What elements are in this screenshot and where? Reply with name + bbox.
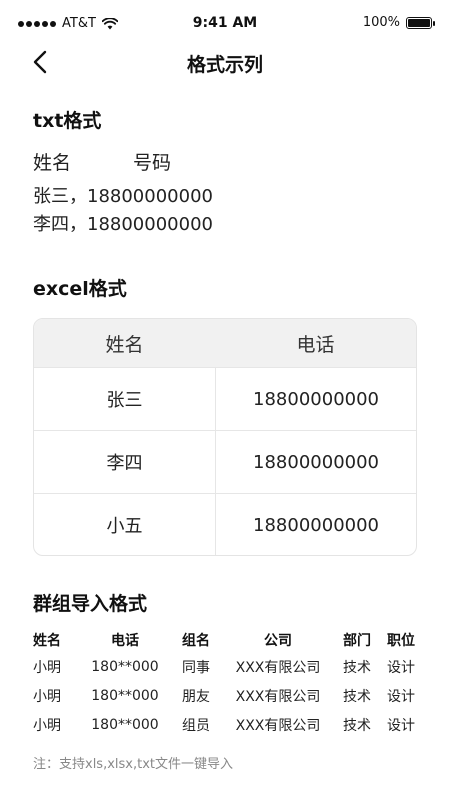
group-table: 姓名 电话 组名 公司 部门 职位 小明 180**000 同事 XXX有限公司…: [33, 628, 423, 739]
nav-bar: 格式示列: [0, 40, 450, 84]
group-cell-group: 同事: [182, 659, 210, 676]
excel-cell-name: 李四: [106, 453, 143, 474]
battery-icon: [406, 16, 435, 29]
excel-header-row: 姓名 电话: [34, 319, 416, 367]
group-cell-position: 设计: [387, 659, 415, 676]
group-header-position: 职位: [387, 633, 415, 649]
excel-cell-name: 小五: [106, 516, 143, 537]
group-header-phone: 电话: [111, 633, 139, 649]
group-cell-company: XXX有限公司: [235, 688, 321, 705]
txt-line: 张三，18800000000: [33, 186, 213, 207]
table-row: 小明 180**000 朋友 XXX有限公司 技术 设计: [33, 681, 423, 710]
group-cell-name: 小明: [33, 717, 61, 734]
table-row: 张三 18800000000: [34, 367, 416, 430]
txt-section-title: txt格式: [33, 110, 102, 132]
group-cell-phone: 180**000: [91, 658, 159, 675]
group-cell-department: 技术: [343, 688, 371, 705]
excel-cell-name: 张三: [106, 390, 143, 411]
group-cell-group: 组员: [182, 717, 210, 734]
excel-header-name: 姓名: [105, 333, 144, 356]
page-title: 格式示列: [186, 54, 263, 76]
excel-header-phone: 电话: [296, 333, 335, 356]
import-note: 注：支持xls,xlsx,txt文件一键导入: [33, 757, 234, 772]
group-header-row: 姓名 电话 组名 公司 部门 职位: [33, 628, 423, 652]
group-section-title: 群组导入格式: [33, 593, 148, 615]
group-cell-phone: 180**000: [91, 687, 159, 704]
table-row: 小明 180**000 同事 XXX有限公司 技术 设计: [33, 652, 423, 681]
group-cell-position: 设计: [387, 688, 415, 705]
group-header-name: 姓名: [33, 633, 61, 649]
txt-line: 李四，18800000000: [33, 214, 213, 235]
group-cell-department: 技术: [343, 659, 371, 676]
status-right: 100%: [362, 15, 435, 30]
battery-percent: 100%: [362, 15, 400, 30]
group-cell-company: XXX有限公司: [235, 717, 321, 734]
table-row: 小五 18800000000: [34, 493, 416, 555]
txt-header: 姓名 号码: [33, 148, 171, 175]
excel-table: 姓名 电话 张三 18800000000 李四 18800000000 小五 1…: [33, 318, 417, 556]
group-cell-group: 朋友: [182, 688, 210, 705]
group-cell-name: 小明: [33, 659, 61, 676]
excel-cell-phone: 18800000000: [215, 431, 416, 493]
excel-cell-phone: 18800000000: [215, 494, 416, 555]
group-header-department: 部门: [343, 633, 371, 649]
table-row: 小明 180**000 组员 XXX有限公司 技术 设计: [33, 710, 423, 739]
excel-section-title: excel格式: [33, 278, 127, 300]
group-header-company: 公司: [264, 633, 292, 649]
group-cell-company: XXX有限公司: [235, 659, 321, 676]
group-cell-position: 设计: [387, 717, 415, 734]
excel-cell-phone: 18800000000: [215, 368, 416, 430]
txt-header-number: 号码: [133, 152, 172, 174]
group-cell-name: 小明: [33, 688, 61, 705]
txt-header-name: 姓名: [33, 152, 72, 174]
group-cell-phone: 180**000: [91, 716, 159, 733]
group-header-group: 组名: [182, 633, 210, 649]
table-row: 李四 18800000000: [34, 430, 416, 493]
group-cell-department: 技术: [343, 717, 371, 734]
